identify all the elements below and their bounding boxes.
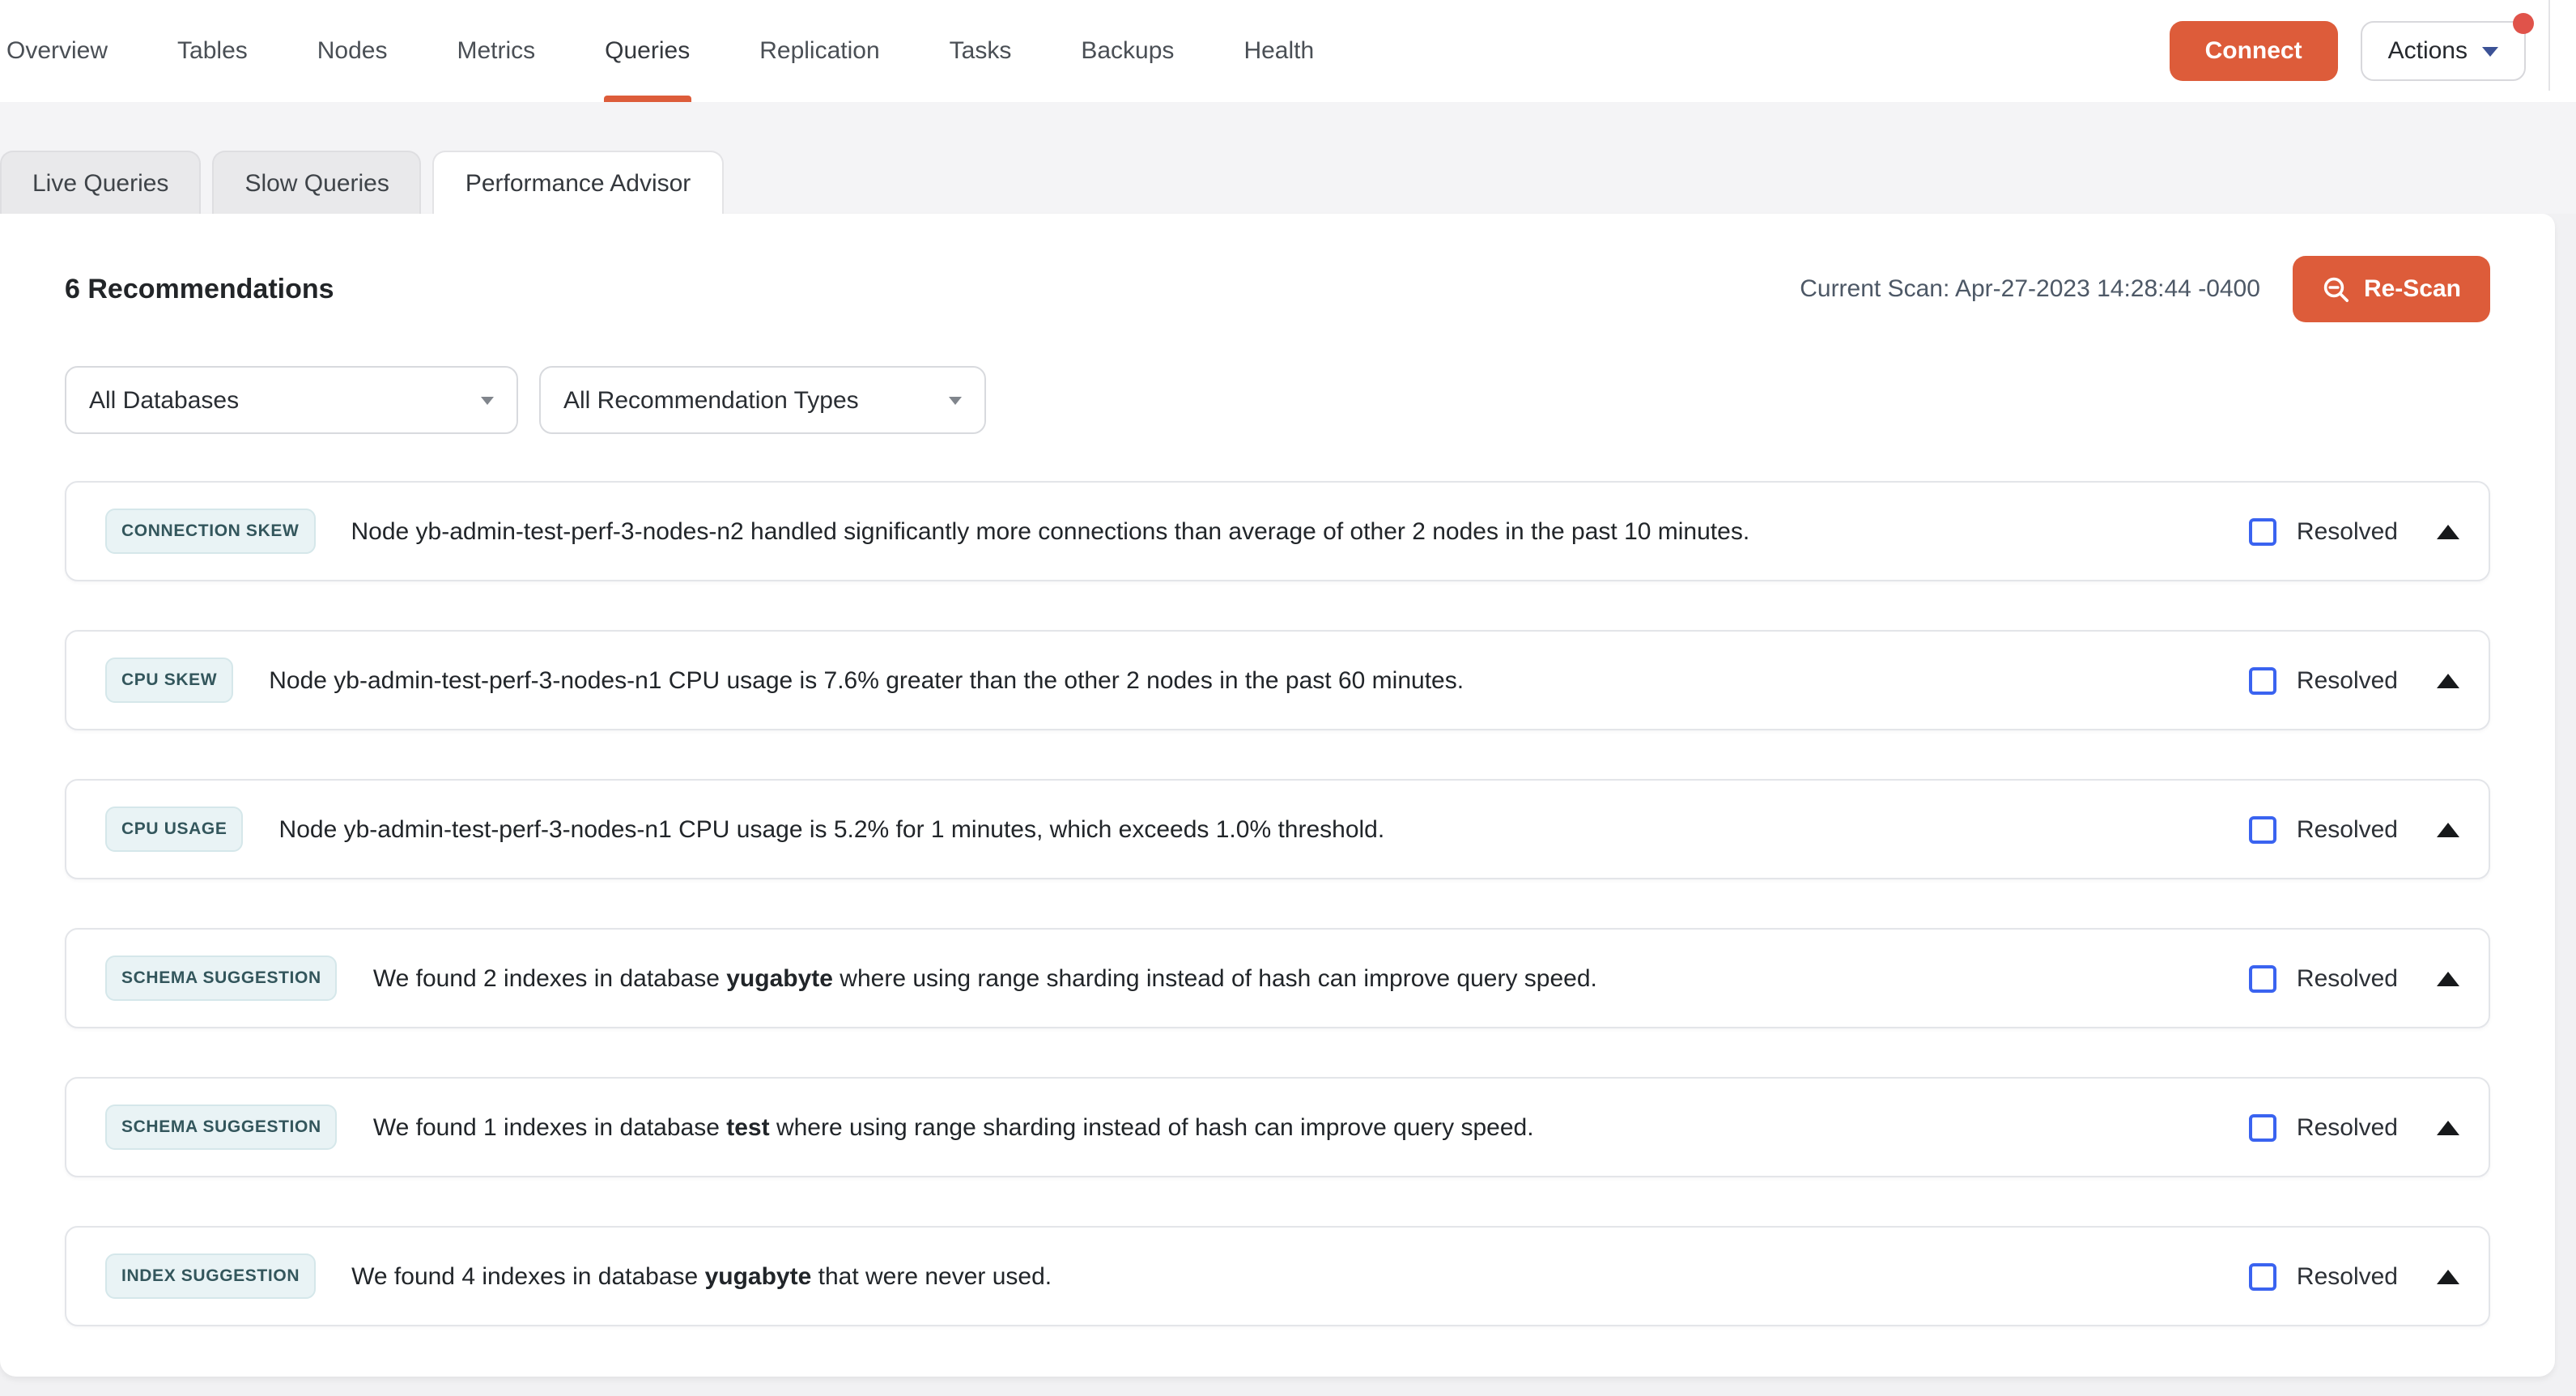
nav-item-tasks[interactable]: Tasks bbox=[950, 0, 1012, 102]
recommendation-type-filter-value: All Recommendation Types bbox=[563, 386, 859, 414]
tab-live-queries[interactable]: Live Queries bbox=[0, 151, 201, 214]
nav-item-backups[interactable]: Backups bbox=[1081, 0, 1174, 102]
resolved-checkbox[interactable] bbox=[2250, 815, 2277, 843]
recommendation-type-badge: SCHEMA SUGGESTION bbox=[105, 1104, 338, 1150]
recommendation-type-badge: SCHEMA SUGGESTION bbox=[105, 955, 338, 1001]
resolved-label: Resolved bbox=[2297, 1262, 2398, 1290]
recommendation-card-right: Resolved bbox=[2250, 815, 2459, 843]
caret-up-icon[interactable] bbox=[2437, 1269, 2459, 1283]
resolved-checkbox[interactable] bbox=[2250, 1262, 2277, 1290]
resolved-label: Resolved bbox=[2297, 815, 2398, 843]
recommendation-card-left: SCHEMA SUGGESTION We found 2 indexes in … bbox=[105, 955, 1597, 1001]
recommendations-count-heading: 6 Recommendations bbox=[65, 273, 334, 305]
resolved-label: Resolved bbox=[2297, 964, 2398, 992]
actions-button[interactable]: Actions bbox=[2361, 21, 2526, 81]
nav-item-overview[interactable]: Overview bbox=[6, 0, 108, 102]
recommendation-description: Node yb-admin-test-perf-3-nodes-n2 handl… bbox=[351, 517, 1749, 545]
recommendations-list: CONNECTION SKEW Node yb-admin-test-perf-… bbox=[0, 434, 2555, 1326]
recommendation-card-right: Resolved bbox=[2250, 517, 2459, 545]
recommendation-card-left: INDEX SUGGESTION We found 4 indexes in d… bbox=[105, 1253, 1052, 1299]
resolved-checkbox[interactable] bbox=[2250, 1113, 2277, 1141]
recommendation-card[interactable]: SCHEMA SUGGESTION We found 1 indexes in … bbox=[65, 1077, 2490, 1177]
recommendation-card-left: CONNECTION SKEW Node yb-admin-test-perf-… bbox=[105, 509, 1749, 554]
recommendation-description: We found 1 indexes in database test wher… bbox=[373, 1113, 1534, 1141]
tab-performance-advisor[interactable]: Performance Advisor bbox=[433, 151, 723, 214]
recommendation-type-badge: CPU SKEW bbox=[105, 658, 233, 703]
recommendation-card[interactable]: CPU SKEW Node yb-admin-test-perf-3-nodes… bbox=[65, 630, 2490, 730]
notification-dot-badge bbox=[2513, 13, 2534, 34]
caret-up-icon[interactable] bbox=[2437, 524, 2459, 538]
advisor-header: 6 Recommendations Current Scan: Apr-27-2… bbox=[0, 214, 2555, 322]
recommendation-description: We found 4 indexes in database yugabyte … bbox=[351, 1262, 1052, 1290]
database-filter-value: All Databases bbox=[89, 386, 239, 414]
resolved-label: Resolved bbox=[2297, 1113, 2398, 1141]
database-filter-dropdown[interactable]: All Databases bbox=[65, 366, 518, 434]
recommendation-description: Node yb-admin-test-perf-3-nodes-n1 CPU u… bbox=[279, 815, 1385, 843]
recommendation-description: We found 2 indexes in database yugabyte … bbox=[373, 964, 1597, 992]
rescan-button[interactable]: Re-Scan bbox=[2293, 256, 2490, 322]
connect-button[interactable]: Connect bbox=[2170, 21, 2338, 81]
recommendation-type-badge: CONNECTION SKEW bbox=[105, 509, 315, 554]
recommendation-type-badge: INDEX SUGGESTION bbox=[105, 1253, 316, 1299]
actions-button-label: Actions bbox=[2388, 37, 2468, 65]
caret-down-icon bbox=[481, 396, 494, 404]
advisor-filters: All Databases All Recommendation Types bbox=[0, 322, 2555, 434]
recommendation-card[interactable]: INDEX SUGGESTION We found 4 indexes in d… bbox=[65, 1226, 2490, 1326]
caret-down-icon bbox=[949, 396, 962, 404]
recommendation-description: Node yb-admin-test-perf-3-nodes-n1 CPU u… bbox=[269, 666, 1464, 694]
advisor-header-right: Current Scan: Apr-27-2023 14:28:44 -0400… bbox=[1800, 256, 2490, 322]
resolved-checkbox[interactable] bbox=[2250, 666, 2277, 694]
recommendation-type-badge: CPU USAGE bbox=[105, 807, 244, 852]
universe-navbar: Overview Tables Nodes Metrics Queries Re… bbox=[0, 0, 2576, 102]
nav-item-replication[interactable]: Replication bbox=[759, 0, 879, 102]
resolved-label: Resolved bbox=[2297, 666, 2398, 694]
caret-up-icon[interactable] bbox=[2437, 1120, 2459, 1134]
nav-item-health[interactable]: Health bbox=[1243, 0, 1314, 102]
recommendation-card-right: Resolved bbox=[2250, 964, 2459, 992]
navbar-divider bbox=[2548, 0, 2550, 91]
caret-up-icon[interactable] bbox=[2437, 673, 2459, 687]
current-scan-timestamp: Current Scan: Apr-27-2023 14:28:44 -0400 bbox=[1800, 275, 2260, 303]
caret-down-icon bbox=[2482, 46, 2498, 56]
recommendation-card[interactable]: SCHEMA SUGGESTION We found 2 indexes in … bbox=[65, 928, 2490, 1028]
caret-up-icon[interactable] bbox=[2437, 971, 2459, 985]
rescan-button-label: Re-Scan bbox=[2364, 275, 2461, 303]
recommendation-card[interactable]: CPU USAGE Node yb-admin-test-perf-3-node… bbox=[65, 779, 2490, 879]
nav-item-queries[interactable]: Queries bbox=[605, 0, 690, 102]
recommendation-card-right: Resolved bbox=[2250, 1113, 2459, 1141]
resolved-checkbox[interactable] bbox=[2250, 964, 2277, 992]
queries-tabstrip: Live Queries Slow Queries Performance Ad… bbox=[0, 102, 2576, 214]
recommendation-card-left: SCHEMA SUGGESTION We found 1 indexes in … bbox=[105, 1104, 1534, 1150]
recommendation-card-left: CPU SKEW Node yb-admin-test-perf-3-nodes… bbox=[105, 658, 1464, 703]
tab-slow-queries[interactable]: Slow Queries bbox=[212, 151, 421, 214]
recommendation-type-filter-dropdown[interactable]: All Recommendation Types bbox=[539, 366, 986, 434]
magnifier-zoom-out-icon bbox=[2322, 275, 2351, 304]
nav-item-nodes[interactable]: Nodes bbox=[317, 0, 388, 102]
recommendation-card-left: CPU USAGE Node yb-admin-test-perf-3-node… bbox=[105, 807, 1384, 852]
resolved-label: Resolved bbox=[2297, 517, 2398, 545]
caret-up-icon[interactable] bbox=[2437, 822, 2459, 836]
performance-advisor-page: Overview Tables Nodes Metrics Queries Re… bbox=[0, 0, 2576, 1396]
recommendation-card-right: Resolved bbox=[2250, 666, 2459, 694]
recommendation-card-right: Resolved bbox=[2250, 1262, 2459, 1290]
resolved-checkbox[interactable] bbox=[2250, 517, 2277, 545]
nav-item-metrics[interactable]: Metrics bbox=[457, 0, 535, 102]
recommendation-card[interactable]: CONNECTION SKEW Node yb-admin-test-perf-… bbox=[65, 481, 2490, 581]
performance-advisor-panel: 6 Recommendations Current Scan: Apr-27-2… bbox=[0, 214, 2555, 1377]
nav-item-tables[interactable]: Tables bbox=[177, 0, 248, 102]
